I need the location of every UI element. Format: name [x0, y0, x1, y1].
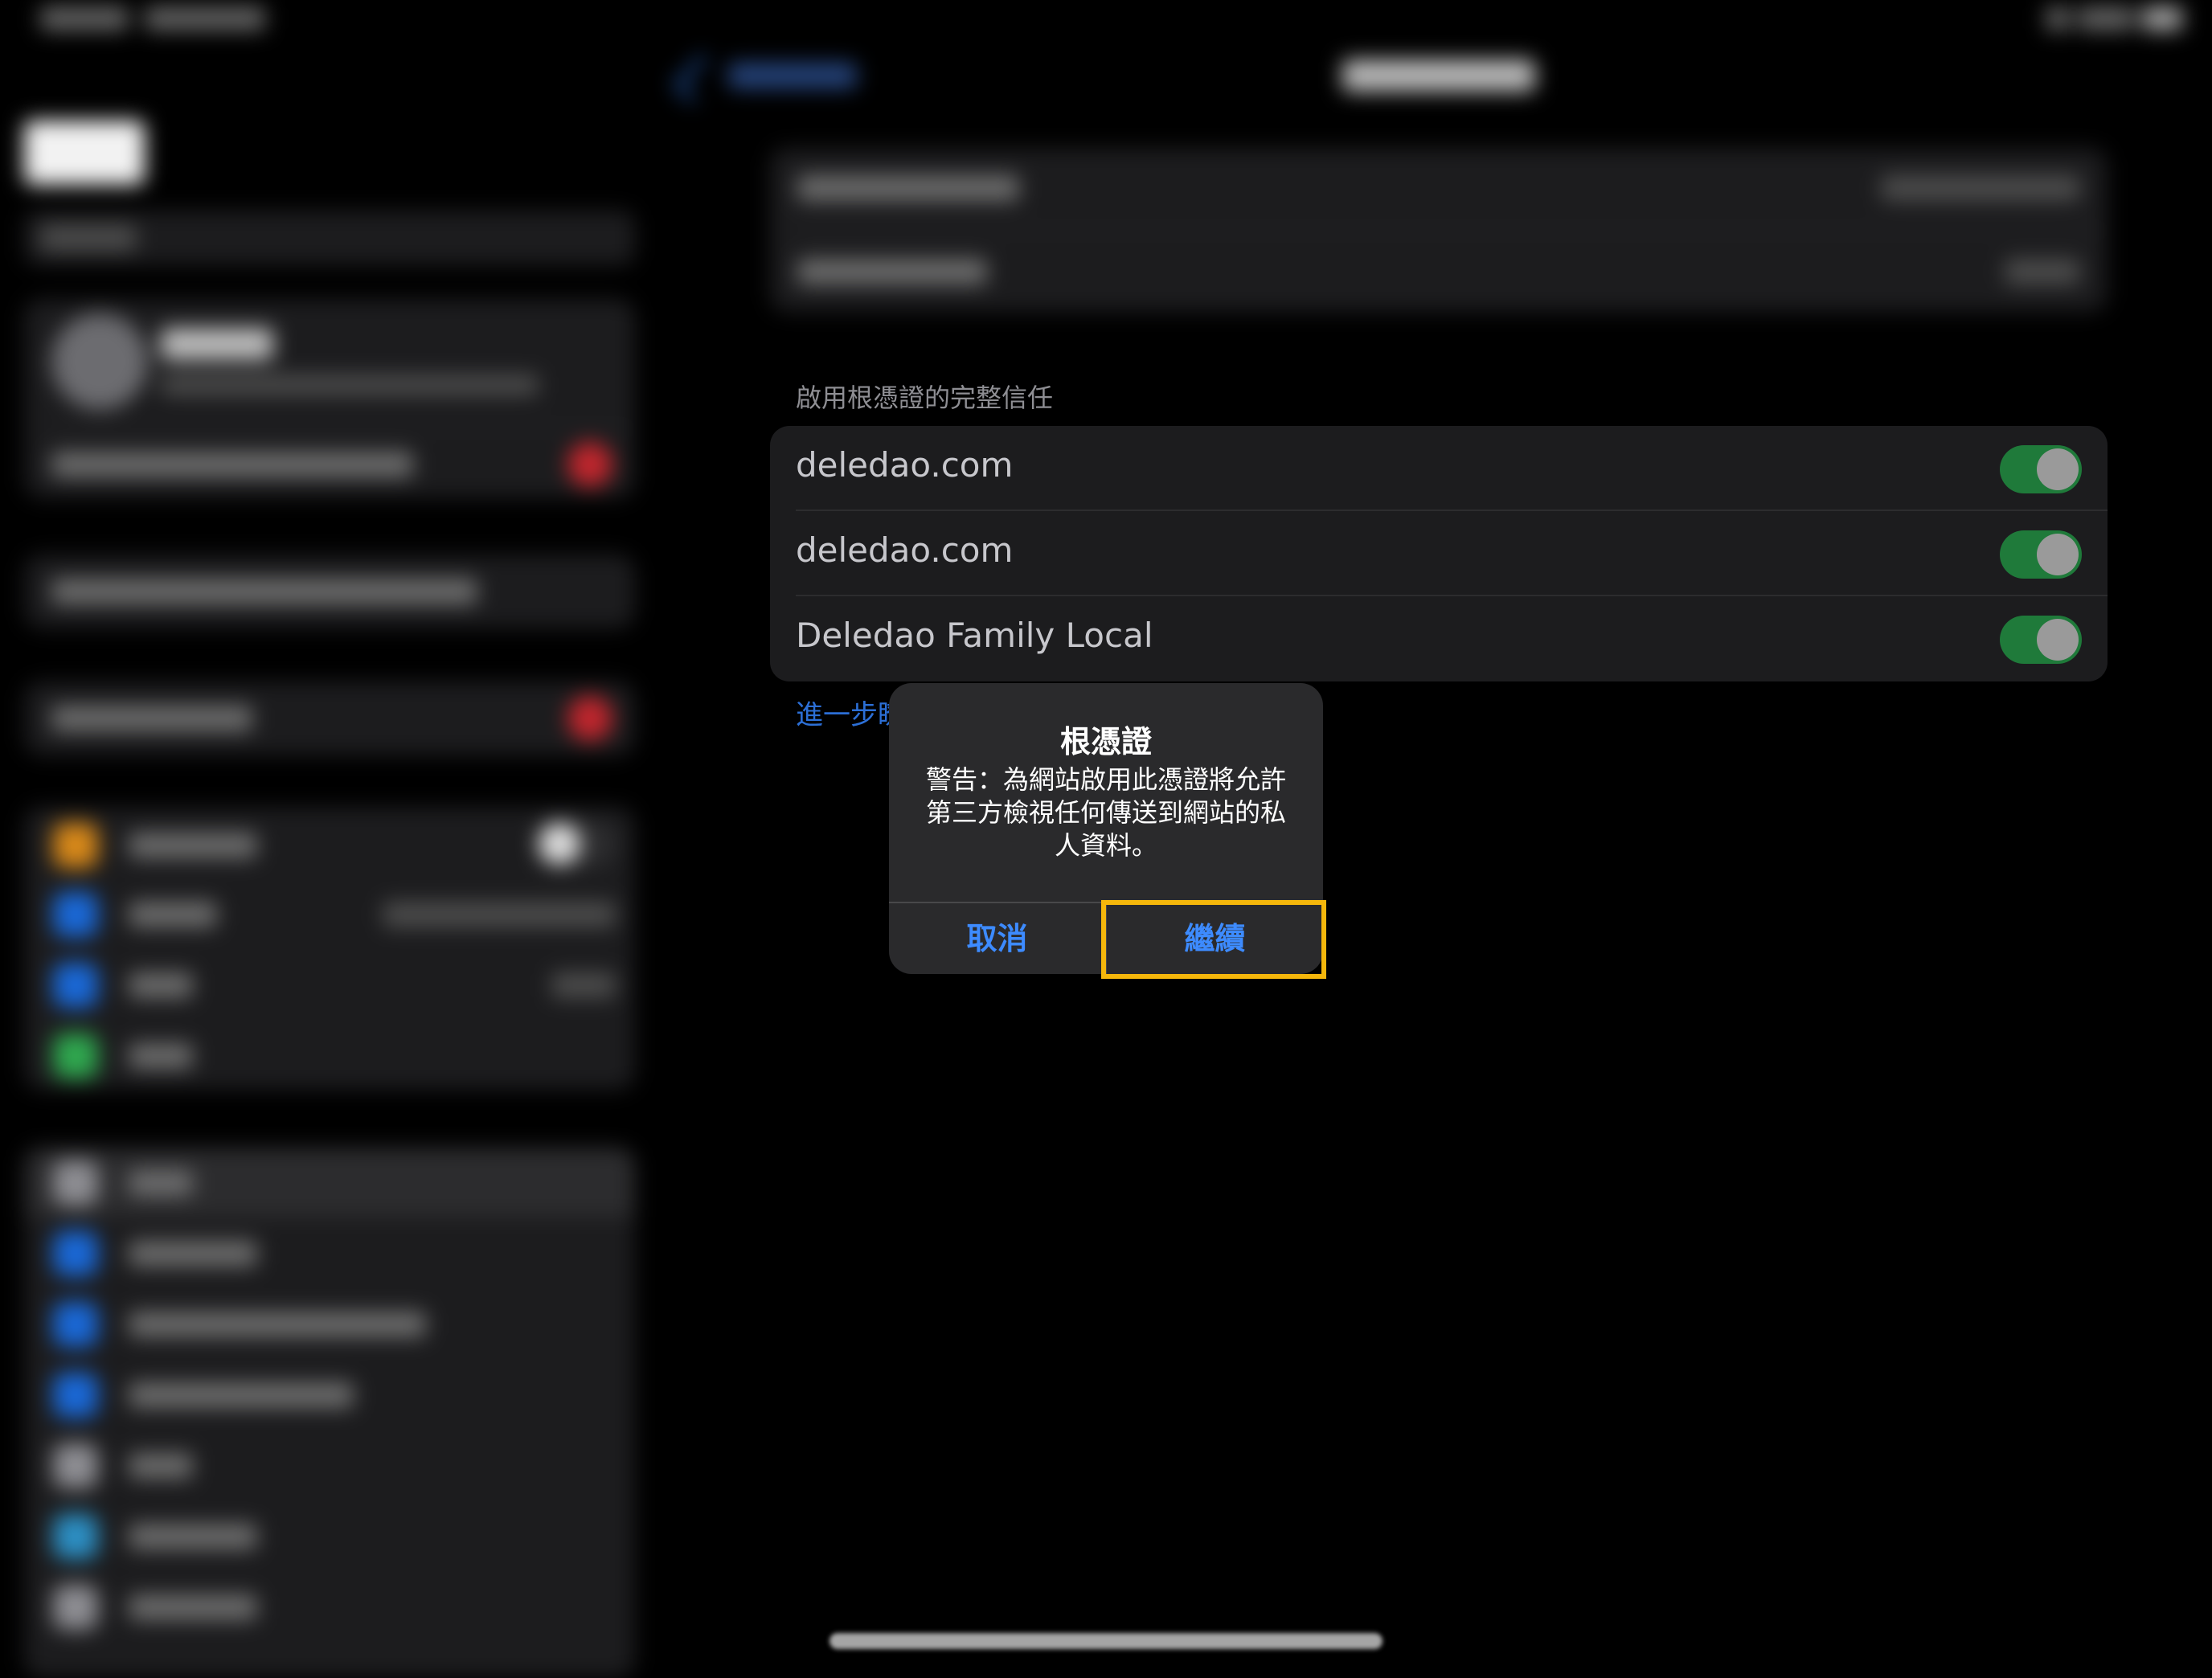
- accessibility-icon: [53, 1231, 98, 1276]
- control-center-icon: [53, 1585, 98, 1630]
- search-icon: [40, 225, 137, 251]
- home-indicator: [830, 1633, 1382, 1649]
- account-name: [161, 328, 273, 360]
- toggle-knob: [2037, 448, 2079, 490]
- status-bar-wifi-icon: [2046, 6, 2070, 31]
- trust-row: deledao.com: [770, 426, 2108, 511]
- gear-icon: [53, 1160, 98, 1205]
- notification-badge: [567, 696, 612, 741]
- icloud-backup-row: [51, 452, 413, 477]
- back-chevron-icon[interactable]: [674, 55, 722, 103]
- wallpaper-icon: [53, 1514, 98, 1559]
- airplane-mode-toggle[interactable]: [535, 820, 617, 868]
- trust-toggle[interactable]: [2000, 616, 2082, 664]
- status-bar-time: [40, 6, 129, 31]
- back-button-label[interactable]: [728, 63, 857, 88]
- alert-title: 根憑證: [1059, 724, 1152, 759]
- airplane-mode-icon: [53, 823, 98, 868]
- trust-row: Deledao Family Local: [770, 596, 2108, 681]
- account-subtitle: [161, 374, 539, 395]
- nav-title: [1342, 59, 1535, 92]
- camera-icon: [53, 1443, 98, 1488]
- selected-row-general[interactable]: [24, 1148, 635, 1217]
- trust-toggle[interactable]: [2000, 530, 2082, 579]
- sidebar-title: [24, 121, 145, 185]
- toggle-knob: [2037, 534, 2079, 575]
- certificate-name: Deledao Family Local: [796, 616, 1153, 655]
- bluetooth-icon: [53, 963, 98, 1008]
- toggle-knob: [2037, 619, 2079, 661]
- avatar: [51, 313, 148, 410]
- certificate-name: deledao.com: [796, 530, 1014, 570]
- battery-icon: [2142, 6, 2182, 31]
- wifi-icon: [53, 892, 98, 937]
- certificate-name: deledao.com: [796, 445, 1014, 485]
- trust-section-header: 啟用根憑證的完整信任: [796, 383, 1054, 413]
- cancel-button[interactable]: 取消: [889, 903, 1105, 974]
- alert-message: 警告：為網站啟用此憑證將允許第三方檢視任何傳送到網站的私人資料。: [925, 764, 1286, 861]
- root-certificate-alert: 根憑證 警告：為網站啟用此憑證將允許第三方檢視任何傳送到網站的私人資料。 取消 …: [889, 683, 1323, 974]
- status-bar-battery-percent: [2078, 6, 2134, 31]
- continue-button[interactable]: 繼續: [1107, 903, 1323, 974]
- general-group: [24, 1148, 635, 1678]
- certificate-trust-list: deledao.com deledao.com Deledao Family L…: [770, 426, 2108, 681]
- battery-settings-icon: [53, 1033, 98, 1078]
- trust-row: deledao.com: [770, 511, 2108, 596]
- notification-badge: [567, 442, 612, 487]
- home-screen-icon: [53, 1302, 98, 1347]
- multitasking-icon: [53, 1373, 98, 1418]
- status-bar-date: [145, 6, 265, 31]
- trust-toggle[interactable]: [2000, 445, 2082, 493]
